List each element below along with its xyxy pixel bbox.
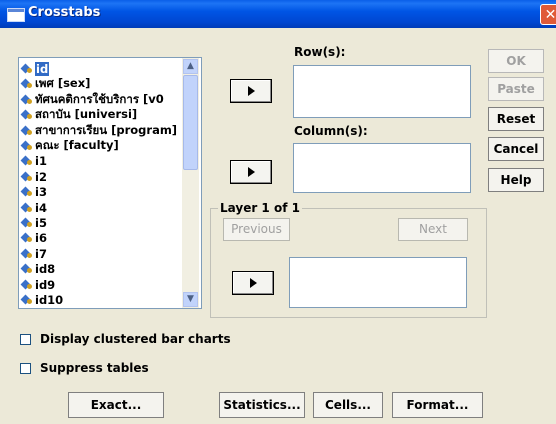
suppress-tables-option[interactable]: Suppress tables	[20, 361, 149, 375]
move-to-rows-button[interactable]	[230, 79, 272, 103]
numeric-variable-icon	[21, 295, 33, 305]
numeric-variable-icon	[21, 249, 33, 259]
variable-list-item[interactable]: i4	[21, 200, 47, 216]
columns-label: Column(s):	[294, 124, 368, 138]
variable-label: i1	[35, 154, 47, 169]
suppress-tables-label: Suppress tables	[40, 361, 149, 375]
ok-button[interactable]: OK	[488, 49, 544, 73]
variable-label: id9	[35, 277, 56, 292]
variable-label: id10	[35, 293, 64, 307]
variable-list[interactable]: id10 id9 id8 i7 i6 i5 i4 i3 i2 i1 คณะ [faculty] สาข…	[18, 57, 202, 309]
variable-list-item[interactable]: สถาบัน [universi]	[21, 107, 137, 123]
reset-button[interactable]: Reset	[488, 107, 544, 131]
numeric-variable-icon	[21, 233, 33, 243]
layer-label: Layer 1 of 1	[218, 201, 302, 215]
variable-label: i5	[35, 216, 47, 230]
layer-list[interactable]	[289, 257, 467, 308]
numeric-variable-icon	[21, 264, 33, 274]
numeric-variable-icon	[21, 187, 33, 197]
right-arrow-icon	[250, 278, 257, 288]
variable-list-item[interactable]: id9	[21, 277, 55, 293]
variable-list-item[interactable]: สาขาการเรียน [program]	[21, 123, 177, 139]
close-button[interactable]: ✕	[540, 4, 556, 25]
numeric-variable-icon	[21, 79, 33, 89]
variable-label: i7	[35, 246, 47, 261]
variable-label: i4	[35, 200, 47, 215]
variable-label: i6	[35, 231, 47, 246]
numeric-variable-icon	[21, 126, 33, 136]
numeric-variable-icon	[21, 280, 33, 290]
variable-list-item[interactable]: i5	[21, 215, 47, 231]
variable-label: สาขาการเรียน [program]	[35, 122, 178, 137]
statistics-button[interactable]: Statistics...	[219, 392, 305, 418]
help-button[interactable]: Help	[488, 168, 544, 192]
exact-button[interactable]: Exact...	[68, 392, 164, 418]
paste-button[interactable]: Paste	[488, 77, 544, 101]
window-icon	[7, 8, 25, 22]
scroll-down-button[interactable]: ▼	[183, 292, 198, 307]
clustered-bar-charts-label: Display clustered bar charts	[40, 332, 231, 346]
numeric-variable-icon	[21, 218, 33, 228]
crosstabs-dialog: Crosstabs ✕ id10 id9 id8 i7 i6 i5 i4 i3 i2 i1 คณะ …	[0, 0, 556, 424]
rows-label: Row(s):	[294, 45, 346, 59]
right-arrow-icon	[248, 86, 255, 96]
numeric-variable-icon	[21, 64, 33, 74]
numeric-variable-icon	[21, 203, 33, 213]
variable-label: i3	[35, 185, 47, 200]
variable-label: สถาบัน [universi]	[35, 107, 138, 122]
variable-list-item[interactable]: i7	[21, 246, 47, 262]
numeric-variable-icon	[21, 141, 33, 151]
window-title: Crosstabs	[28, 5, 101, 20]
cancel-button[interactable]: Cancel	[488, 137, 544, 161]
move-to-columns-button[interactable]	[230, 160, 272, 184]
variable-list-item[interactable]: id8	[21, 261, 55, 277]
previous-layer-button[interactable]: Previous	[223, 218, 290, 241]
variable-label: id8	[35, 262, 56, 277]
move-to-layer-button[interactable]	[232, 271, 274, 295]
variable-list-item[interactable]: เพศ [sex]	[21, 76, 90, 92]
clustered-bar-charts-option[interactable]: Display clustered bar charts	[20, 332, 231, 346]
cells-button[interactable]: Cells...	[313, 392, 383, 418]
variable-list-item[interactable]: i3	[21, 184, 47, 200]
rows-list[interactable]	[293, 65, 471, 118]
suppress-tables-checkbox[interactable]	[20, 362, 31, 374]
variable-label: คณะ [faculty]	[35, 138, 119, 152]
variable-label: i2	[35, 169, 47, 184]
clustered-bar-charts-checkbox[interactable]	[20, 333, 31, 345]
numeric-variable-icon	[21, 95, 33, 105]
title-bar: Crosstabs ✕	[0, 0, 556, 28]
variable-label: id	[35, 62, 50, 76]
format-button[interactable]: Format...	[392, 392, 483, 418]
scroll-thumb[interactable]	[183, 75, 198, 170]
variable-list-item[interactable]: id	[21, 61, 50, 77]
scroll-up-button[interactable]: ▲	[183, 59, 198, 74]
variable-list-item[interactable]: id10	[21, 292, 63, 308]
numeric-variable-icon	[21, 110, 33, 120]
variable-list-item[interactable]: i1	[21, 153, 47, 169]
numeric-variable-icon	[21, 172, 33, 182]
variable-label: ทัศนคติการใช้บริการ [v0	[35, 91, 164, 106]
columns-list[interactable]	[293, 143, 471, 193]
right-arrow-icon	[248, 167, 255, 177]
variable-list-item[interactable]: i2	[21, 169, 47, 185]
next-layer-button[interactable]: Next	[398, 218, 468, 241]
numeric-variable-icon	[21, 156, 33, 166]
variable-list-item[interactable]: i6	[21, 230, 47, 246]
variable-list-item[interactable]: คณะ [faculty]	[21, 138, 119, 154]
variable-list-scrollbar[interactable]: ▲ ▼	[182, 58, 199, 308]
variable-label: เพศ [sex]	[35, 76, 91, 91]
variable-list-item[interactable]: ทัศนคติการใช้บริการ [v0	[21, 92, 164, 108]
